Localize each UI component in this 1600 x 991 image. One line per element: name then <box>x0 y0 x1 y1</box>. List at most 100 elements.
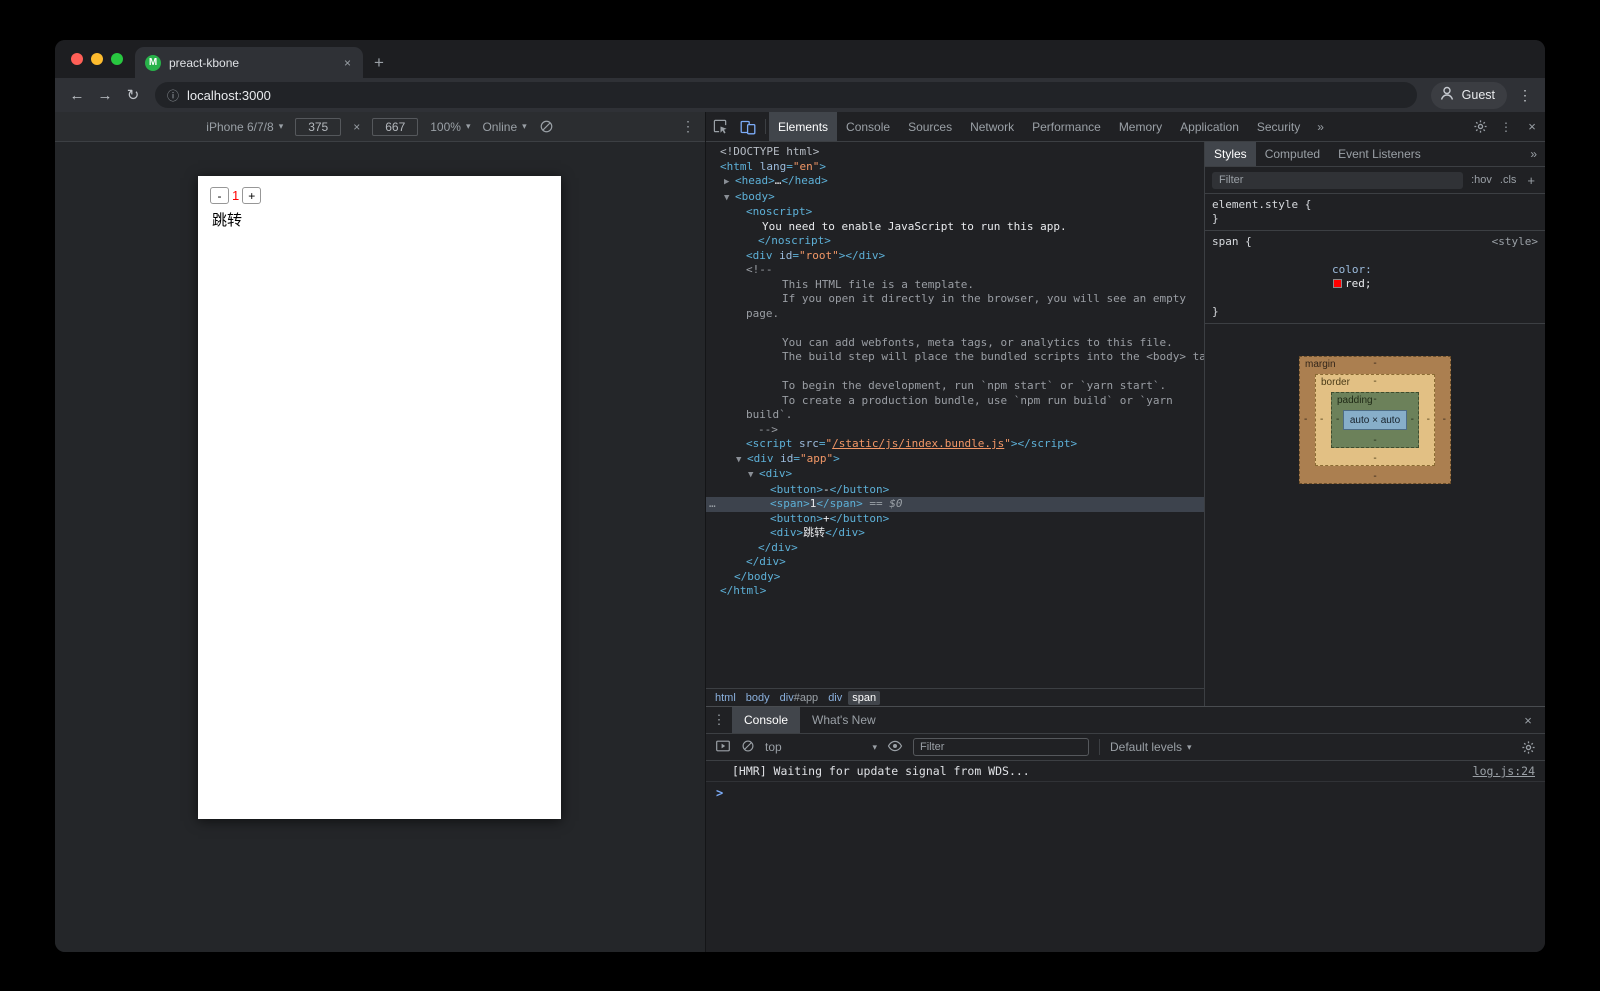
new-tab-button[interactable]: + <box>363 47 395 78</box>
padding-left-value[interactable]: - <box>1336 414 1339 425</box>
tree-line[interactable]: <!-- <box>706 263 1204 278</box>
box-model-content[interactable]: auto × auto <box>1343 410 1407 430</box>
tree-line[interactable]: <div>跳转</div> <box>706 526 1204 541</box>
address-bar[interactable]: ⓘ localhost:3000 <box>155 82 1417 108</box>
console-prompt[interactable]: > <box>706 782 1545 804</box>
window-zoom-button[interactable] <box>111 53 123 65</box>
margin-left-value[interactable]: - <box>1304 414 1307 425</box>
device-toolbar-toggle-icon[interactable] <box>734 112 762 141</box>
tree-line[interactable]: </div> <box>706 555 1204 570</box>
tree-line[interactable]: ▼<div id="app"> <box>706 452 1204 468</box>
tree-line[interactable]: The build step will place the bundled sc… <box>706 350 1204 365</box>
tree-line[interactable]: <script src="/static/js/index.bundle.js"… <box>706 437 1204 452</box>
tree-line[interactable]: ▶<head>…</head> <box>706 174 1204 190</box>
device-select[interactable]: iPhone 6/7/8 ▾ <box>206 120 283 134</box>
tree-line[interactable]: </html> <box>706 584 1204 599</box>
drawer-close-icon[interactable]: × <box>1511 707 1545 733</box>
style-rule-element[interactable]: element.style { } <box>1205 194 1545 231</box>
drawer-menu-icon[interactable]: ⋮ <box>706 707 732 733</box>
styles-tab-event-listeners[interactable]: Event Listeners <box>1329 142 1430 166</box>
settings-gear-icon[interactable] <box>1467 119 1493 134</box>
new-style-rule-icon[interactable]: + <box>1524 173 1538 188</box>
padding-right-value[interactable]: - <box>1411 414 1414 425</box>
styles-filter-input[interactable] <box>1212 172 1463 189</box>
rule-source[interactable]: <style> <box>1492 235 1538 249</box>
decrement-button[interactable]: - <box>210 187 229 204</box>
tree-line[interactable]: </body> <box>706 570 1204 585</box>
tab-close-icon[interactable]: × <box>342 56 353 70</box>
tree-line[interactable]: …<span>1</span> == $0 <box>706 497 1204 512</box>
window-minimize-button[interactable] <box>91 53 103 65</box>
breadcrumb-div#app[interactable]: div#app <box>776 691 823 705</box>
device-height-input[interactable] <box>372 118 418 136</box>
log-source-link[interactable]: log.js:24 <box>1473 764 1535 778</box>
forward-icon[interactable]: → <box>91 81 119 109</box>
rule-selector[interactable]: span { <box>1212 235 1252 249</box>
tree-line[interactable]: If you open it directly in the browser, … <box>706 292 1204 307</box>
tree-line[interactable]: ▼<div> <box>706 467 1204 483</box>
console-tab-what-s-new[interactable]: What's New <box>800 707 888 733</box>
tree-line[interactable]: This HTML file is a template. <box>706 278 1204 293</box>
styles-tab-styles[interactable]: Styles <box>1205 142 1256 166</box>
margin-bottom-value[interactable]: - <box>1300 471 1450 482</box>
profile-button[interactable]: Guest <box>1431 82 1507 109</box>
devtools-tab-sources[interactable]: Sources <box>899 112 961 141</box>
throttling-select[interactable]: Online ▾ <box>482 120 526 134</box>
margin-right-value[interactable]: - <box>1443 414 1446 425</box>
border-left-value[interactable]: - <box>1320 414 1323 425</box>
more-styles-tabs-icon[interactable]: » <box>1522 142 1545 166</box>
reload-icon[interactable]: ↻ <box>119 81 147 109</box>
hover-state-toggle[interactable]: :hov <box>1471 174 1492 186</box>
rotate-icon[interactable] <box>539 119 554 134</box>
console-settings-gear-icon[interactable] <box>1521 740 1536 755</box>
devtools-tab-network[interactable]: Network <box>961 112 1023 141</box>
jump-link[interactable]: 跳转 <box>198 206 561 233</box>
devtools-tab-performance[interactable]: Performance <box>1023 112 1110 141</box>
tree-line[interactable]: <button>+</button> <box>706 512 1204 527</box>
property-name[interactable]: color: <box>1332 263 1372 276</box>
devtools-close-icon[interactable]: × <box>1519 119 1545 134</box>
rule-selector[interactable]: element.style { <box>1212 198 1538 212</box>
devtools-tab-security[interactable]: Security <box>1248 112 1309 141</box>
breadcrumb-body[interactable]: body <box>742 691 774 705</box>
console-sidebar-toggle-icon[interactable] <box>715 738 731 757</box>
tree-line[interactable]: <noscript> <box>706 205 1204 220</box>
execution-context-select[interactable]: top ▾ <box>765 740 877 754</box>
console-tab-console[interactable]: Console <box>732 707 800 733</box>
browser-menu-icon[interactable]: ⋮ <box>1513 87 1537 104</box>
breadcrumb-div[interactable]: div <box>824 691 846 705</box>
breadcrumb-html[interactable]: html <box>711 691 740 705</box>
tree-line[interactable]: <button>-</button> <box>706 483 1204 498</box>
increment-button[interactable]: + <box>242 187 261 204</box>
tree-line[interactable]: You can add webfonts, meta tags, or anal… <box>706 336 1204 351</box>
property-value[interactable]: red; <box>1345 277 1372 290</box>
eye-icon[interactable] <box>887 738 903 757</box>
tree-line[interactable]: </noscript> <box>706 234 1204 249</box>
console-filter-input[interactable] <box>913 738 1089 756</box>
tree-line[interactable]: <html lang="en"> <box>706 160 1204 175</box>
tree-line[interactable] <box>706 365 1204 380</box>
padding-bottom-value[interactable]: - <box>1332 435 1418 446</box>
devtools-tab-console[interactable]: Console <box>837 112 899 141</box>
devtools-tab-memory[interactable]: Memory <box>1110 112 1171 141</box>
tree-line[interactable]: build`. <box>706 408 1204 423</box>
border-right-value[interactable]: - <box>1427 414 1430 425</box>
styles-tab-computed[interactable]: Computed <box>1256 142 1329 166</box>
more-tabs-icon[interactable]: » <box>1309 112 1332 141</box>
tree-line[interactable]: To create a production bundle, use `npm … <box>706 394 1204 409</box>
clear-console-icon[interactable] <box>741 739 755 756</box>
devtools-tab-application[interactable]: Application <box>1171 112 1248 141</box>
device-width-input[interactable] <box>295 118 341 136</box>
border-top-value[interactable]: - <box>1316 376 1434 387</box>
tree-line[interactable]: </div> <box>706 541 1204 556</box>
back-icon[interactable]: ← <box>63 81 91 109</box>
border-bottom-value[interactable]: - <box>1316 453 1434 464</box>
css-property[interactable]: color: red; <box>1212 249 1538 305</box>
browser-tab[interactable]: M preact-kbone × <box>135 47 363 78</box>
page-info-icon[interactable]: ⓘ <box>167 87 179 104</box>
tree-line[interactable]: ▼<body> <box>706 190 1204 206</box>
class-toggle[interactable]: .cls <box>1500 174 1517 186</box>
zoom-select[interactable]: 100% ▾ <box>430 120 470 134</box>
tree-line[interactable]: --> <box>706 423 1204 438</box>
devtools-tab-elements[interactable]: Elements <box>769 112 837 141</box>
